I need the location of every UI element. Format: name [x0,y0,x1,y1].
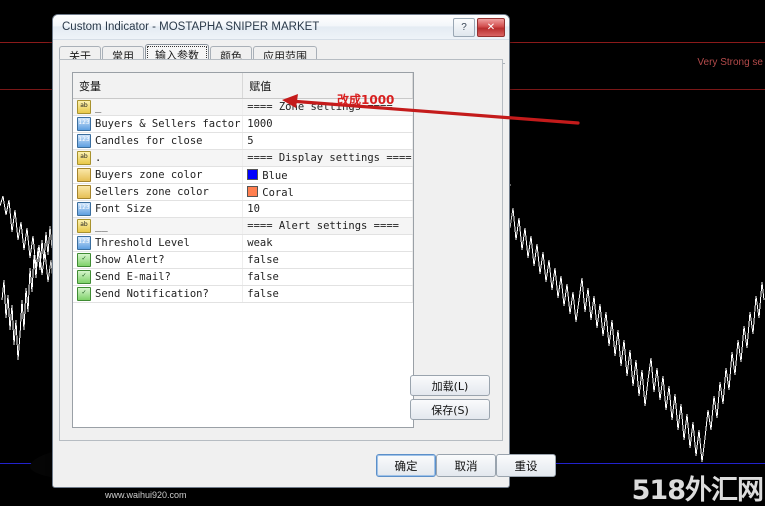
integer-icon: 123 [77,134,91,148]
color-icon [77,185,91,199]
parameter-name: __ [95,220,108,232]
parameter-value: false [247,271,279,283]
parameter-value-cell[interactable]: 10 [242,200,413,218]
parameters-grid-body: ab _ ==== Zone settings ==== 123 Buyers & Se… [73,98,413,303]
dialog-titlebar[interactable]: Custom Indicator - MOSTAPHA SNIPER MARKE… [53,15,509,40]
parameter-name-cell: Sellers zone color [73,183,244,201]
parameter-value-cell[interactable]: weak [242,234,413,252]
column-header-variable: 变量 [73,73,244,99]
string-icon: ab [77,219,91,233]
parameter-name: Show Alert? [95,254,165,266]
close-icon[interactable]: ✕ [477,18,505,37]
parameter-name-cell: ab _ [73,98,244,116]
ok-button[interactable]: 确定 [376,454,436,477]
integer-icon: 123 [77,117,91,131]
parameter-value-cell[interactable]: ==== Display settings ==== [242,149,413,167]
parameter-name: Send E-mail? [95,271,171,283]
table-row[interactable]: 123 Candles for close 5 [73,132,413,150]
bool-icon: ✓ [77,287,91,301]
parameter-name-cell: 123 Threshold Level [73,234,244,252]
parameter-value-cell[interactable]: false [242,268,413,286]
table-row[interactable]: ✓ Show Alert? false [73,251,413,269]
integer-icon: 123 [77,236,91,250]
parameter-value: weak [247,237,273,249]
parameter-value: ==== Display settings ==== [247,152,412,164]
parameter-value: 10 [247,203,260,215]
parameter-name: . [95,152,102,164]
parameter-value-cell[interactable]: Blue [242,166,413,184]
parameter-name: Font Size [95,203,152,215]
cancel-button[interactable]: 取消 [436,454,496,477]
parameter-value-cell[interactable]: Coral [242,183,413,201]
parameter-value: Coral [262,186,294,199]
bool-icon: ✓ [77,253,91,267]
parameters-grid-container[interactable]: 变量 赋值 ab _ ==== Zone settings ==== 123 Buyer… [72,72,414,428]
parameter-value-cell[interactable]: 5 [242,132,413,150]
parameter-name-cell: ab __ [73,217,244,235]
parameter-name: Threshold Level [95,237,190,249]
save-button[interactable]: 保存(S) [410,399,490,420]
inputs-panel: 变量 赋值 ab _ ==== Zone settings ==== 123 Buyer… [59,59,503,441]
table-row[interactable]: 123 Buyers & Sellers factor 1000 [73,115,413,133]
dialog-title: Custom Indicator - MOSTAPHA SNIPER MARKE… [62,21,320,33]
parameter-value: ==== Alert settings ==== [247,220,399,232]
parameter-name-cell: 123 Font Size [73,200,244,218]
table-row[interactable]: Sellers zone color Coral [73,183,413,201]
dialog-footer: 确定 取消 重设 [53,441,556,487]
table-row[interactable]: 123 Threshold Level weak [73,234,413,252]
table-row[interactable]: ✓ Send E-mail? false [73,268,413,286]
parameter-value-cell[interactable]: false [242,251,413,269]
site-watermark: 518外汇网 [631,475,764,506]
load-button[interactable]: 加载(L) [410,375,490,396]
parameter-name-cell: ✓ Send Notification? [73,285,244,303]
parameter-value: false [247,254,279,266]
reset-button[interactable]: 重设 [496,454,556,477]
table-row[interactable]: ✓ Send Notification? false [73,285,413,303]
parameter-value-cell[interactable]: 1000 [242,115,413,133]
parameter-name: Sellers zone color [95,186,209,198]
parameter-name: _ [95,101,102,113]
parameter-value: Blue [262,169,288,182]
parameter-name: Buyers zone color [95,169,203,181]
parameter-name-cell: 123 Buyers & Sellers factor [73,115,244,133]
color-swatch-icon [247,185,259,197]
string-icon: ab [77,100,91,114]
integer-icon: 123 [77,202,91,216]
table-row[interactable]: Buyers zone color Blue [73,166,413,184]
titlebar-buttons: ? ✕ [453,18,505,37]
custom-indicator-dialog: Custom Indicator - MOSTAPHA SNIPER MARKE… [52,14,556,488]
parameter-value: 1000 [247,118,273,130]
parameter-name-cell: Buyers zone color [73,166,244,184]
parameter-value: false [247,288,279,300]
parameter-name-cell: ab. [73,149,244,167]
parameter-value-cell[interactable]: false [242,285,413,303]
color-swatch-icon [247,168,259,180]
parameter-name-cell: ✓ Send E-mail? [73,268,244,286]
parameter-name: Candles for close [95,135,203,147]
parameter-value: 5 [247,135,254,147]
color-icon [77,168,91,182]
very-strong-sell-label: Very Strong se [697,57,763,68]
table-row[interactable]: ab __ ==== Alert settings ==== [73,217,413,235]
parameter-value-cell[interactable]: ==== Alert settings ==== [242,217,413,235]
string-icon: ab [77,151,91,165]
table-row[interactable]: 123 Font Size 10 [73,200,413,218]
table-row[interactable]: ab. ==== Display settings ==== [73,149,413,167]
bool-icon: ✓ [77,270,91,284]
parameter-name: Buyers & Sellers factor [95,118,241,130]
parameter-name-cell: ✓ Show Alert? [73,251,244,269]
parameter-name-cell: 123 Candles for close [73,132,244,150]
annotation-label: 改成1000 [337,93,395,107]
help-icon[interactable]: ? [453,18,475,37]
parameter-name: Send Notification? [95,288,209,300]
url-watermark: www.waihui920.com [105,490,187,500]
